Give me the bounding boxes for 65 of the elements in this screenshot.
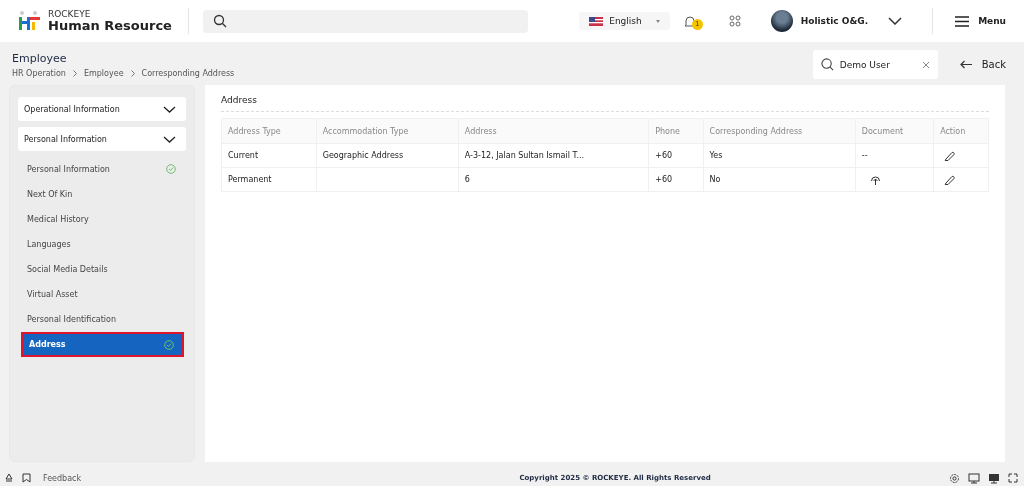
chevron-down-icon (163, 135, 176, 143)
sidebar-item[interactable]: Social Media Details (21, 257, 184, 281)
sidebar-item[interactable]: Personal Information (21, 157, 184, 181)
search-icon (820, 58, 834, 71)
accordion-header[interactable]: Personal Information (18, 127, 186, 151)
sidebar-item[interactable]: Languages (21, 232, 184, 256)
edit-icon[interactable] (944, 150, 956, 161)
sidebar-item[interactable]: Personal Identification (21, 307, 184, 331)
breadcrumb-link[interactable]: Employee (83, 68, 124, 78)
monitor-icon[interactable] (988, 472, 1000, 484)
upload-icon[interactable] (869, 174, 881, 185)
fullscreen-icon[interactable] (1008, 473, 1018, 483)
dropdown-icon (655, 19, 660, 23)
edit-icon[interactable] (944, 174, 956, 185)
column-header: Accommodation Type (316, 118, 459, 144)
avatar[interactable] (770, 10, 793, 32)
search-icon (212, 14, 227, 28)
user-name: Holistic O&G. (800, 16, 869, 26)
column-header: Corresponding Address (703, 118, 856, 144)
menu-icon (955, 15, 970, 27)
table-cell: Permanent (221, 167, 317, 192)
feedback-link[interactable]: Feedback (43, 473, 82, 483)
table-cell: +60 (648, 143, 704, 168)
brand-top: ROCKEYE (48, 10, 92, 19)
menu-button[interactable]: Menu (955, 15, 1006, 27)
breadcrumb-link[interactable]: Corresponding Address (141, 68, 235, 78)
table-cell: -- (855, 143, 934, 168)
apps-icon[interactable] (728, 15, 741, 27)
bookmark-icon[interactable] (22, 473, 31, 483)
page-title: Employee (12, 51, 68, 65)
column-header: Document (855, 118, 934, 144)
bell-icon (683, 14, 696, 28)
employee-search-field[interactable]: Demo User (812, 50, 938, 79)
table-cell: No (703, 167, 856, 192)
sidebar-item[interactable]: Virtual Asset (21, 282, 184, 306)
table-cell: A-3-12, Jalan Sultan Ismail T... (458, 143, 649, 168)
arrow-left-icon (959, 60, 972, 69)
chevron-down-icon[interactable] (888, 17, 903, 25)
accordion-header[interactable]: Operational Information (18, 97, 186, 121)
chevron-right-icon (130, 69, 135, 77)
breadcrumb-link[interactable]: HR Operation (12, 68, 66, 78)
table-cell: Yes (703, 143, 856, 168)
search-field[interactable] (202, 9, 528, 33)
sidebar-item[interactable]: Next Of Kin (21, 182, 184, 206)
chevron-right-icon (72, 69, 77, 77)
sidebar-item[interactable]: Medical History (21, 207, 184, 231)
table-cell: 6 (458, 167, 649, 192)
brand-name: Human Resource (48, 19, 172, 32)
section-title: Address (221, 95, 989, 112)
table-cell: Geographic Address (316, 143, 459, 168)
column-header: Action (933, 118, 989, 144)
flag-icon (589, 16, 604, 26)
column-header: Address (458, 118, 649, 144)
language-select[interactable]: English (579, 12, 670, 30)
logo-icon (18, 10, 42, 32)
table-cell: Current (221, 143, 317, 168)
chevron-down-icon (163, 105, 176, 113)
close-icon[interactable] (921, 60, 930, 69)
back-button[interactable]: Back (959, 59, 1006, 70)
monitor-icon[interactable] (968, 472, 980, 484)
sidebar-item[interactable]: Address (21, 332, 184, 357)
settings-icon[interactable] (949, 472, 960, 484)
table-cell: +60 (648, 167, 704, 192)
column-header: Address Type (221, 118, 317, 144)
column-header: Phone (648, 118, 704, 144)
